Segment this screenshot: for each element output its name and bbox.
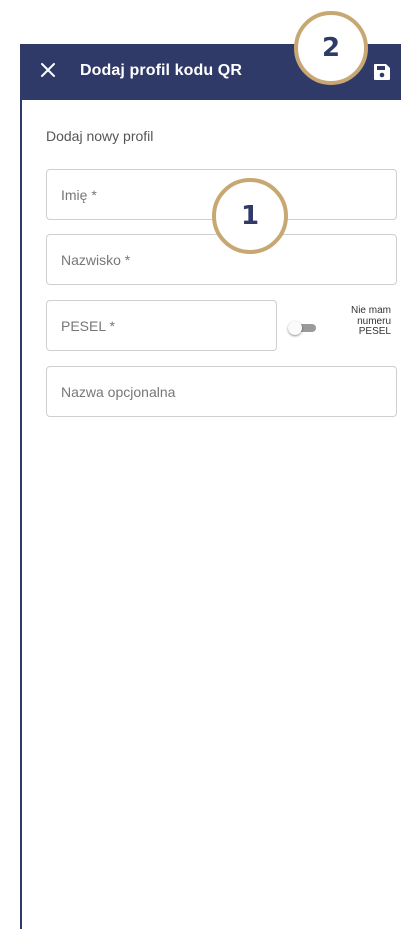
no-pesel-toggle[interactable] (288, 321, 318, 335)
annotation-badge-1: 1 (212, 178, 288, 254)
page-title: Dodaj profil kodu QR (80, 62, 242, 79)
annotation-badge-2: 2 (294, 11, 368, 85)
pesel-input[interactable] (47, 301, 276, 350)
save-icon[interactable] (371, 61, 393, 83)
optional-name-input[interactable] (47, 367, 396, 416)
section-label: Dodaj nowy profil (46, 128, 154, 144)
last-name-input[interactable] (47, 235, 396, 284)
toggle-thumb (288, 321, 302, 335)
optional-name-field[interactable] (46, 366, 397, 417)
pesel-field[interactable] (46, 300, 277, 351)
no-pesel-label-line: Nie mam (350, 305, 391, 316)
no-pesel-label-line: PESEL (358, 326, 391, 337)
no-pesel-label: Nie mam numeru PESEL (321, 305, 391, 338)
app-screen: Dodaj profil kodu QR Dodaj nowy profil N… (20, 44, 401, 929)
close-icon[interactable] (36, 58, 60, 82)
